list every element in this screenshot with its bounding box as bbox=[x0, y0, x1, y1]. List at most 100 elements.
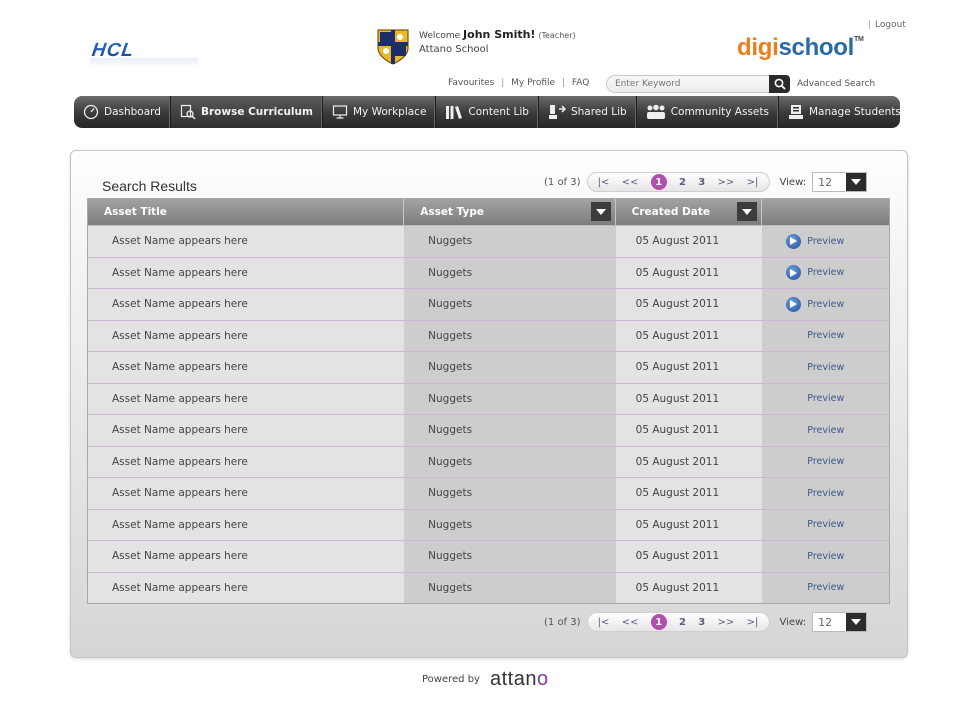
column-asset-title[interactable]: Asset Title bbox=[88, 199, 405, 225]
prev-page-button[interactable]: << bbox=[622, 177, 639, 188]
school-name: Attano School bbox=[419, 44, 489, 55]
preview-link[interactable]: Preview bbox=[807, 393, 844, 404]
table-row[interactable]: Asset Name appears here Nuggets 05 August … bbox=[88, 351, 889, 383]
play-icon[interactable] bbox=[786, 265, 802, 281]
nav-manage-students[interactable]: Manage Students bbox=[779, 96, 900, 128]
view-count-value: 12 bbox=[818, 175, 833, 189]
page-2-button[interactable]: 2 bbox=[679, 617, 686, 628]
last-page-button[interactable]: >| bbox=[747, 177, 759, 188]
preview-link[interactable]: Preview bbox=[807, 236, 844, 247]
nav-label: Dashboard bbox=[104, 106, 161, 118]
search-icon bbox=[774, 78, 786, 90]
preview-link[interactable]: Preview bbox=[807, 267, 844, 278]
pagination: |< << 1 2 3 >> >| bbox=[586, 172, 770, 192]
created-date-cell: 05 August 2011 bbox=[615, 383, 763, 414]
created-date-cell: 05 August 2011 bbox=[615, 415, 763, 446]
main-nav: Dashboard Browse Curriculum My Workplace… bbox=[74, 96, 900, 128]
preview-link[interactable]: Preview bbox=[807, 519, 844, 530]
nav-browse-curriculum[interactable]: Browse Curriculum bbox=[170, 96, 323, 128]
pager-bottom: (1 of 3) |< << 1 2 3 >> >| View: 12 bbox=[544, 612, 868, 632]
preview-link[interactable]: Preview bbox=[807, 425, 844, 436]
table-row[interactable]: Asset Name appears here Nuggets 05 August … bbox=[88, 445, 889, 477]
created-date-cell: 05 August 2011 bbox=[615, 478, 763, 509]
asset-title-cell: Asset Name appears here bbox=[88, 289, 405, 320]
asset-type-cell: Nuggets bbox=[404, 509, 616, 540]
search-input[interactable] bbox=[606, 75, 771, 93]
welcome-block: Welcome John Smith! (Teacher) Attano Sch… bbox=[419, 28, 576, 57]
preview-link[interactable]: Preview bbox=[807, 362, 844, 373]
preview-cell: Preview bbox=[762, 509, 889, 540]
asset-title-cell: Asset Name appears here bbox=[88, 226, 405, 257]
next-page-button[interactable]: >> bbox=[718, 177, 735, 188]
chevron-down-icon[interactable] bbox=[590, 202, 611, 221]
nav-label: Browse Curriculum bbox=[200, 106, 313, 118]
table-row[interactable]: Asset Name appears here Nuggets 05 August … bbox=[88, 414, 889, 446]
monitor-icon bbox=[332, 105, 348, 119]
next-page-button[interactable]: >> bbox=[718, 617, 735, 628]
nav-community-assets[interactable]: Community Assets bbox=[637, 96, 779, 128]
table-row[interactable]: Asset Name appears here Nuggets 05 August … bbox=[88, 477, 889, 509]
page-3-button[interactable]: 3 bbox=[698, 617, 705, 628]
nav-label: Manage Students bbox=[808, 106, 900, 118]
asset-title-cell: Asset Name appears here bbox=[88, 383, 405, 414]
column-created-date[interactable]: Created Date bbox=[616, 199, 763, 225]
preview-link[interactable]: Preview bbox=[807, 582, 844, 593]
welcome-prefix: Welcome bbox=[419, 31, 461, 41]
first-page-button[interactable]: |< bbox=[598, 177, 610, 188]
view-count-select[interactable]: 12 bbox=[812, 172, 868, 192]
table-row[interactable]: Asset Name appears here Nuggets 05 August … bbox=[88, 256, 889, 288]
asset-title-cell: Asset Name appears here bbox=[88, 352, 405, 383]
preview-cell: Preview bbox=[762, 415, 889, 446]
preview-link[interactable]: Preview bbox=[807, 488, 844, 499]
nav-dashboard[interactable]: Dashboard bbox=[74, 96, 171, 128]
page-3-button[interactable]: 3 bbox=[698, 177, 705, 188]
play-icon[interactable] bbox=[786, 296, 802, 312]
preview-cell: Preview bbox=[762, 226, 889, 257]
preview-link[interactable]: Preview bbox=[807, 299, 844, 310]
table-row[interactable]: Asset Name appears here Nuggets 05 August … bbox=[88, 382, 889, 414]
advanced-search-link[interactable]: Advanced Search bbox=[797, 79, 875, 89]
browse-icon bbox=[180, 104, 196, 120]
table-row[interactable]: Asset Name appears here Nuggets 05 August … bbox=[88, 319, 889, 351]
faq-link[interactable]: FAQ bbox=[572, 78, 589, 88]
asset-title-cell: Asset Name appears here bbox=[88, 541, 405, 572]
table-row[interactable]: Asset Name appears here Nuggets 05 August … bbox=[88, 225, 889, 257]
prev-page-button[interactable]: << bbox=[622, 617, 639, 628]
last-page-button[interactable]: >| bbox=[747, 617, 759, 628]
search-button[interactable] bbox=[769, 75, 790, 93]
page-1-button[interactable]: 1 bbox=[650, 174, 667, 190]
digischool-logo: digischoolTM bbox=[737, 34, 864, 61]
created-date-cell: 05 August 2011 bbox=[615, 226, 763, 257]
preview-link[interactable]: Preview bbox=[807, 330, 844, 341]
preview-cell: Preview bbox=[762, 541, 889, 572]
preview-link[interactable]: Preview bbox=[807, 551, 844, 562]
my-profile-link[interactable]: My Profile bbox=[511, 78, 555, 88]
chevron-down-icon bbox=[846, 173, 867, 191]
asset-type-cell: Nuggets bbox=[404, 541, 616, 572]
favourites-link[interactable]: Favourites bbox=[448, 78, 494, 88]
top-links: Favourites | My Profile | FAQ bbox=[448, 78, 590, 88]
nav-content-lib[interactable]: Content Lib bbox=[436, 96, 539, 128]
view-label: View: bbox=[779, 176, 807, 188]
user-role: (Teacher) bbox=[538, 31, 576, 40]
first-page-button[interactable]: |< bbox=[598, 617, 610, 628]
chevron-down-icon[interactable] bbox=[737, 202, 758, 221]
preview-cell: Preview bbox=[762, 320, 889, 351]
view-count-select[interactable]: 12 bbox=[812, 612, 868, 632]
table-row[interactable]: Asset Name appears here Nuggets 05 August … bbox=[88, 508, 889, 540]
preview-link[interactable]: Preview bbox=[807, 456, 844, 467]
column-asset-type[interactable]: Asset Type bbox=[404, 199, 616, 225]
nav-label: Community Assets bbox=[670, 106, 769, 118]
table-row[interactable]: Asset Name appears here Nuggets 05 August … bbox=[88, 540, 889, 572]
table-row[interactable]: Asset Name appears here Nuggets 05 August … bbox=[88, 571, 889, 603]
page-1-button[interactable]: 1 bbox=[650, 614, 667, 630]
logout-link[interactable]: Logout bbox=[875, 20, 906, 30]
nav-my-workplace[interactable]: My Workplace bbox=[323, 96, 437, 128]
nav-shared-lib[interactable]: Shared Lib bbox=[539, 96, 637, 128]
table-row[interactable]: Asset Name appears here Nuggets 05 August … bbox=[88, 288, 889, 320]
asset-type-cell: Nuggets bbox=[404, 415, 616, 446]
play-icon[interactable] bbox=[786, 233, 802, 249]
page-2-button[interactable]: 2 bbox=[679, 177, 686, 188]
share-icon bbox=[548, 105, 566, 119]
logout-link-wrap: | Logout bbox=[868, 20, 906, 30]
